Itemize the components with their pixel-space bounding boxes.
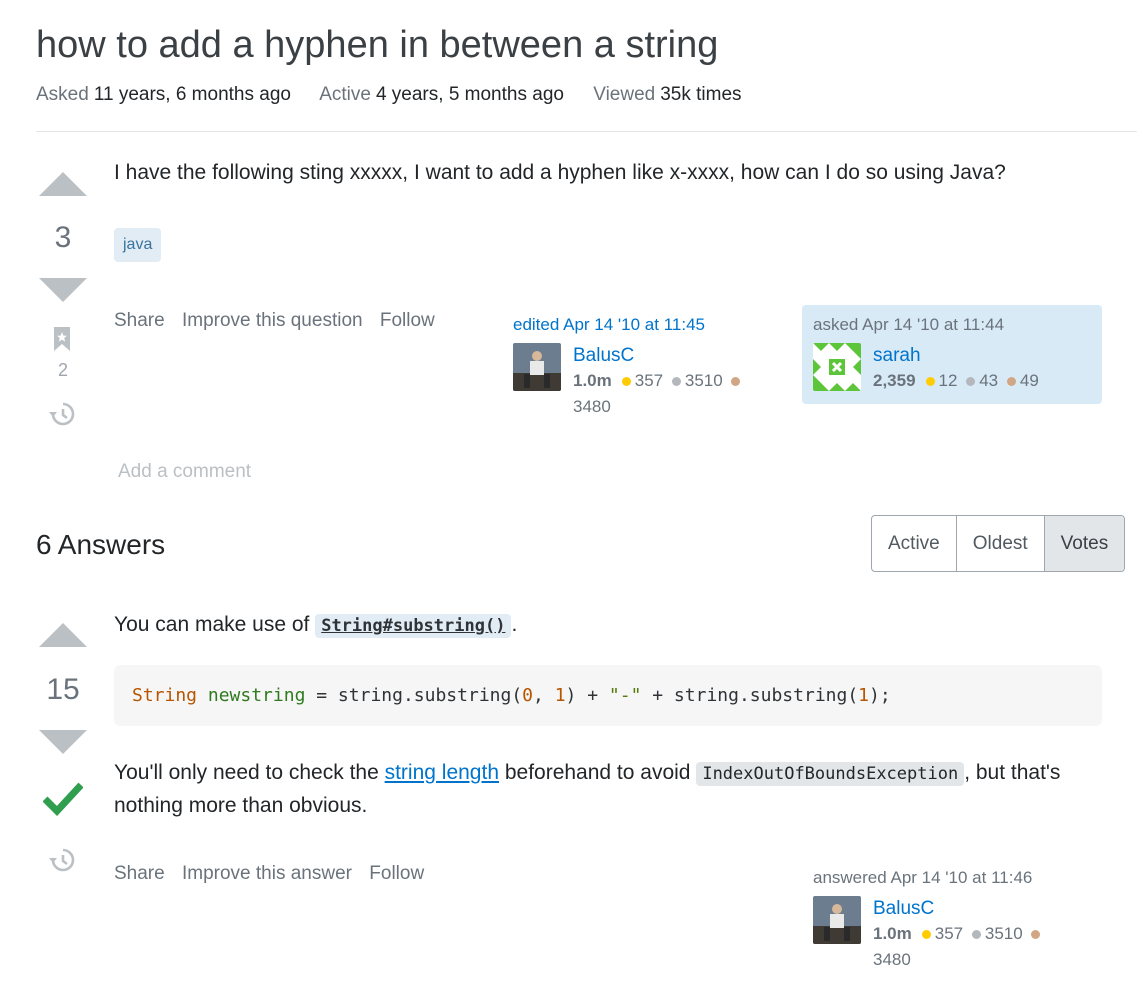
answer-intro-end: .	[511, 613, 518, 636]
gold-badge-icon	[921, 929, 931, 939]
silver-count: 3510	[984, 924, 1023, 943]
question-vote-count: 3	[54, 221, 72, 254]
sort-tab-votes[interactable]: Votes	[1044, 516, 1125, 571]
substring-doc-link[interactable]: String#substring()	[315, 614, 512, 638]
code-token: String	[132, 685, 198, 706]
asked-timestamp: asked Apr 14 '10 at 11:44	[813, 315, 1005, 334]
improve-question-link[interactable]: Improve this question	[182, 310, 363, 331]
string-length-link[interactable]: string length	[385, 761, 499, 784]
header-divider	[36, 131, 1137, 132]
page-title: how to add a hyphen in between a string	[36, 24, 719, 66]
add-comment-link[interactable]: Add a comment	[118, 461, 251, 483]
exception-code: IndexOutOfBoundsException	[696, 762, 965, 786]
follow-link[interactable]: Follow	[369, 863, 424, 884]
viewed-label: Viewed	[593, 84, 656, 105]
improve-answer-link[interactable]: Improve this answer	[182, 863, 352, 884]
bronze-badge-icon	[1031, 929, 1041, 939]
gold-count: 357	[934, 924, 964, 943]
accepted-check-icon	[43, 782, 83, 816]
asked-label: Asked	[36, 84, 89, 105]
owner-username[interactable]: sarah	[873, 344, 1093, 368]
code-token: );	[869, 685, 891, 706]
answerer-reputation: 1.0m 357 3510 3480	[873, 921, 1063, 973]
code-token: + string.substring(	[641, 685, 859, 706]
answerer-username[interactable]: BalusC	[873, 897, 1063, 921]
question-downvote-icon[interactable]	[39, 278, 87, 302]
editor-details: BalusC 1.0m 357 3510 3480	[573, 344, 763, 420]
answer-intro: You can make use of String#substring().	[114, 609, 517, 642]
answers-count-heading: 6 Answers	[36, 529, 166, 560]
gold-badge-icon	[925, 376, 935, 386]
answer-vote-count: 15	[46, 673, 80, 706]
answerer-details: BalusC 1.0m 357 3510 3480	[873, 897, 1063, 973]
active-label: Active	[319, 84, 371, 105]
code-token: ) +	[565, 685, 609, 706]
viewed-value: 35k times	[660, 84, 742, 105]
rep-score: 2,359	[873, 371, 916, 390]
bookmark-count: 2	[57, 360, 68, 380]
sort-tab-active[interactable]: Active	[872, 516, 957, 571]
balusc-avatar[interactable]	[813, 896, 861, 944]
answer-para-text: You'll only need to check the	[114, 761, 385, 784]
bronze-count: 49	[1019, 371, 1039, 390]
gold-count: 357	[634, 371, 664, 390]
gold-badge-icon	[621, 376, 631, 386]
history-icon[interactable]	[48, 400, 76, 428]
owner-details: sarah 2,359 12 43 49	[873, 344, 1093, 394]
bronze-count: 3480	[573, 397, 611, 416]
answer-intro-text: You can make use of	[114, 613, 316, 636]
answer-post-menu: Share Improve this answer Follow	[114, 861, 436, 887]
edited-timestamp[interactable]: edited Apr 14 '10 at 11:45	[513, 313, 763, 337]
sarah-avatar[interactable]	[813, 343, 861, 391]
active-value: 4 years, 5 months ago	[375, 84, 564, 105]
code-token: 1	[554, 685, 566, 706]
bronze-badge-icon	[731, 376, 741, 386]
answer-paragraph: You'll only need to check the string len…	[114, 757, 1104, 822]
bronze-count: 3480	[873, 950, 911, 969]
silver-count: 43	[979, 371, 999, 390]
silver-badge-icon	[671, 376, 681, 386]
code-token: ,	[533, 685, 555, 706]
gold-count: 12	[938, 371, 958, 390]
editor-reputation: 1.0m 357 3510 3480	[573, 368, 763, 420]
bookmark-icon[interactable]	[53, 326, 71, 352]
balusc-avatar[interactable]	[513, 343, 561, 391]
answer-para-mid: beforehand to avoid	[499, 761, 697, 784]
editor-username[interactable]: BalusC	[573, 344, 763, 368]
editor-signature: edited Apr 14 '10 at 11:45	[513, 313, 763, 337]
answer-upvote-icon[interactable]	[39, 623, 87, 647]
owner-reputation: 2,359 12 43 49	[873, 368, 1093, 394]
rep-score: 1.0m	[573, 371, 612, 390]
tag-java[interactable]: java	[114, 228, 162, 262]
follow-link[interactable]: Follow	[380, 310, 435, 331]
history-icon[interactable]	[48, 846, 76, 874]
code-token: 1	[858, 685, 870, 706]
silver-badge-icon	[971, 929, 981, 939]
answer-downvote-icon[interactable]	[39, 730, 87, 754]
answer-sort-tabs: Active Oldest Votes	[871, 515, 1126, 572]
share-link[interactable]: Share	[114, 310, 165, 331]
code-token: 0	[522, 685, 534, 706]
code-block: String newstring = string.substring(0, 1…	[114, 665, 1102, 726]
silver-count: 3510	[684, 371, 723, 390]
code-token: "-"	[608, 685, 642, 706]
question-upvote-icon[interactable]	[39, 172, 87, 196]
share-link[interactable]: Share	[114, 863, 165, 884]
question-meta: Asked 11 years, 6 months ago Active 4 year…	[36, 82, 766, 108]
answered-timestamp: answered Apr 14 '10 at 11:46	[813, 868, 1033, 887]
rep-score: 1.0m	[873, 924, 912, 943]
sort-tab-oldest[interactable]: Oldest	[957, 516, 1045, 571]
bronze-badge-icon	[1006, 376, 1016, 386]
question-body: I have the following sting xxxxx, I want…	[114, 161, 1006, 184]
code-token: = string.substring(	[305, 685, 523, 706]
silver-badge-icon	[966, 376, 976, 386]
asked-value: 11 years, 6 months ago	[93, 84, 291, 105]
question-post-menu: Share Improve this question Follow	[114, 308, 447, 334]
code-token: newstring	[207, 685, 306, 706]
